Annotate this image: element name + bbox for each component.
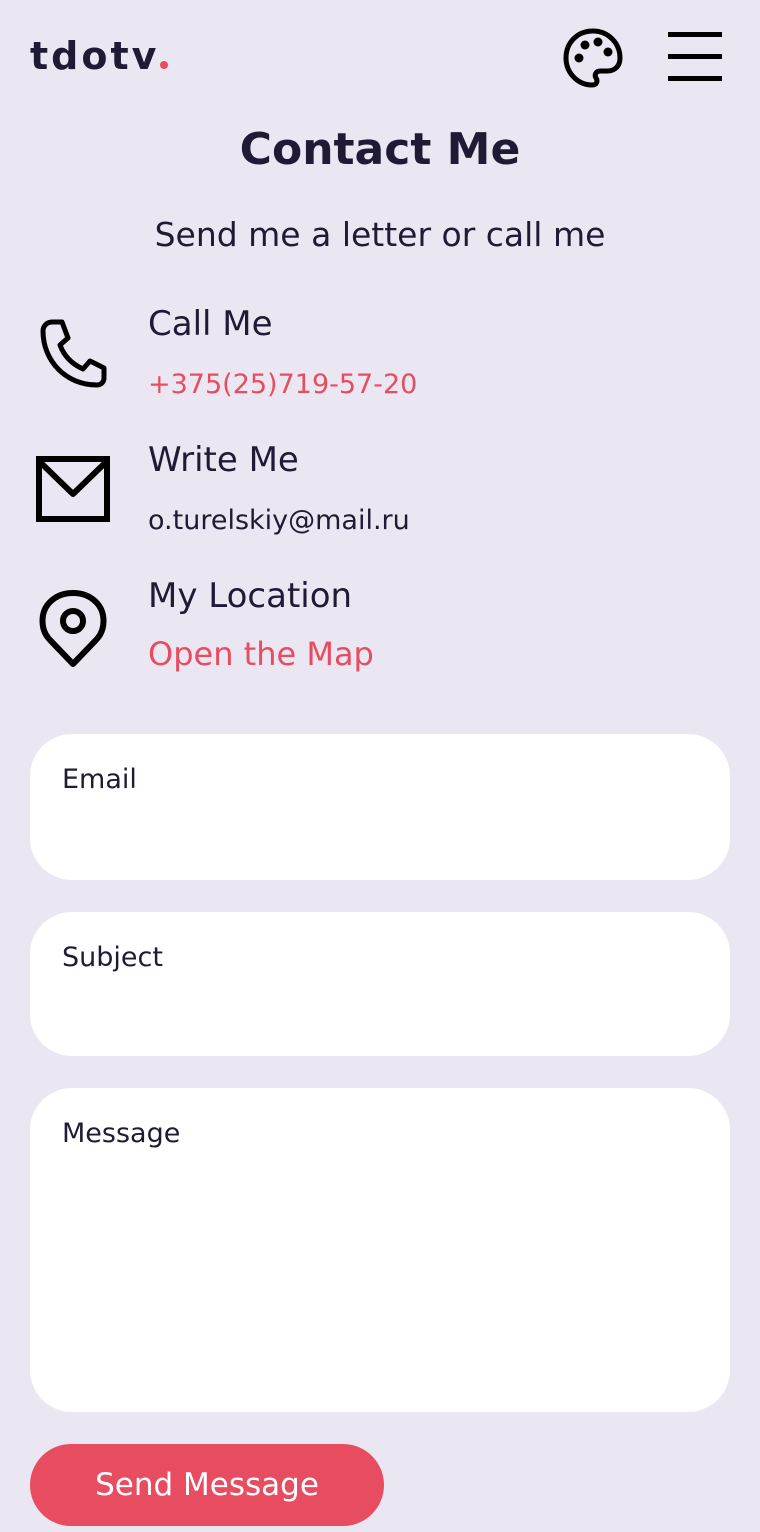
subject-field[interactable]: Subject xyxy=(30,912,730,1056)
send-message-button[interactable]: Send Message xyxy=(30,1444,384,1526)
message-field[interactable]: Message xyxy=(30,1088,730,1412)
subject-label: Subject xyxy=(62,942,163,973)
location-pin-icon xyxy=(34,588,112,667)
contact-mail: Write Me o.turelskiy@mail.ru xyxy=(0,436,760,556)
logo[interactable]: tdotv xyxy=(30,32,169,80)
menu-button[interactable] xyxy=(666,30,724,84)
page-title: Contact Me xyxy=(239,124,521,175)
email-field[interactable]: Email xyxy=(30,734,730,880)
email-link[interactable]: o.turelskiy@mail.ru xyxy=(148,503,410,539)
contact-call-label: Call Me xyxy=(148,304,273,344)
logo-text: tdotv xyxy=(30,34,160,78)
palette-icon xyxy=(563,28,623,88)
phone-link[interactable]: +375(25)719-57-20 xyxy=(148,367,417,403)
subject-input[interactable] xyxy=(62,986,698,1036)
page-subtitle: Send me a letter or call me xyxy=(154,215,606,254)
phone-icon xyxy=(34,316,112,394)
palette-button[interactable] xyxy=(562,27,624,89)
mail-icon xyxy=(34,452,112,530)
email-input[interactable] xyxy=(62,808,698,860)
open-map-link[interactable]: Open the Map xyxy=(148,636,374,672)
message-textarea[interactable] xyxy=(62,1162,698,1392)
header: tdotv xyxy=(0,0,760,110)
hamburger-menu-icon xyxy=(668,32,722,81)
contact-location: My Location Open the Map xyxy=(0,572,760,692)
contact-call: Call Me +375(25)719-57-20 xyxy=(0,300,760,420)
contact-mail-label: Write Me xyxy=(148,440,299,480)
contact-page: tdotv Contact Me Send me a letter or cal… xyxy=(0,0,760,1532)
message-label: Message xyxy=(62,1118,181,1149)
contact-location-label: My Location xyxy=(148,576,353,616)
email-label: Email xyxy=(62,764,137,795)
logo-dot xyxy=(160,61,169,69)
